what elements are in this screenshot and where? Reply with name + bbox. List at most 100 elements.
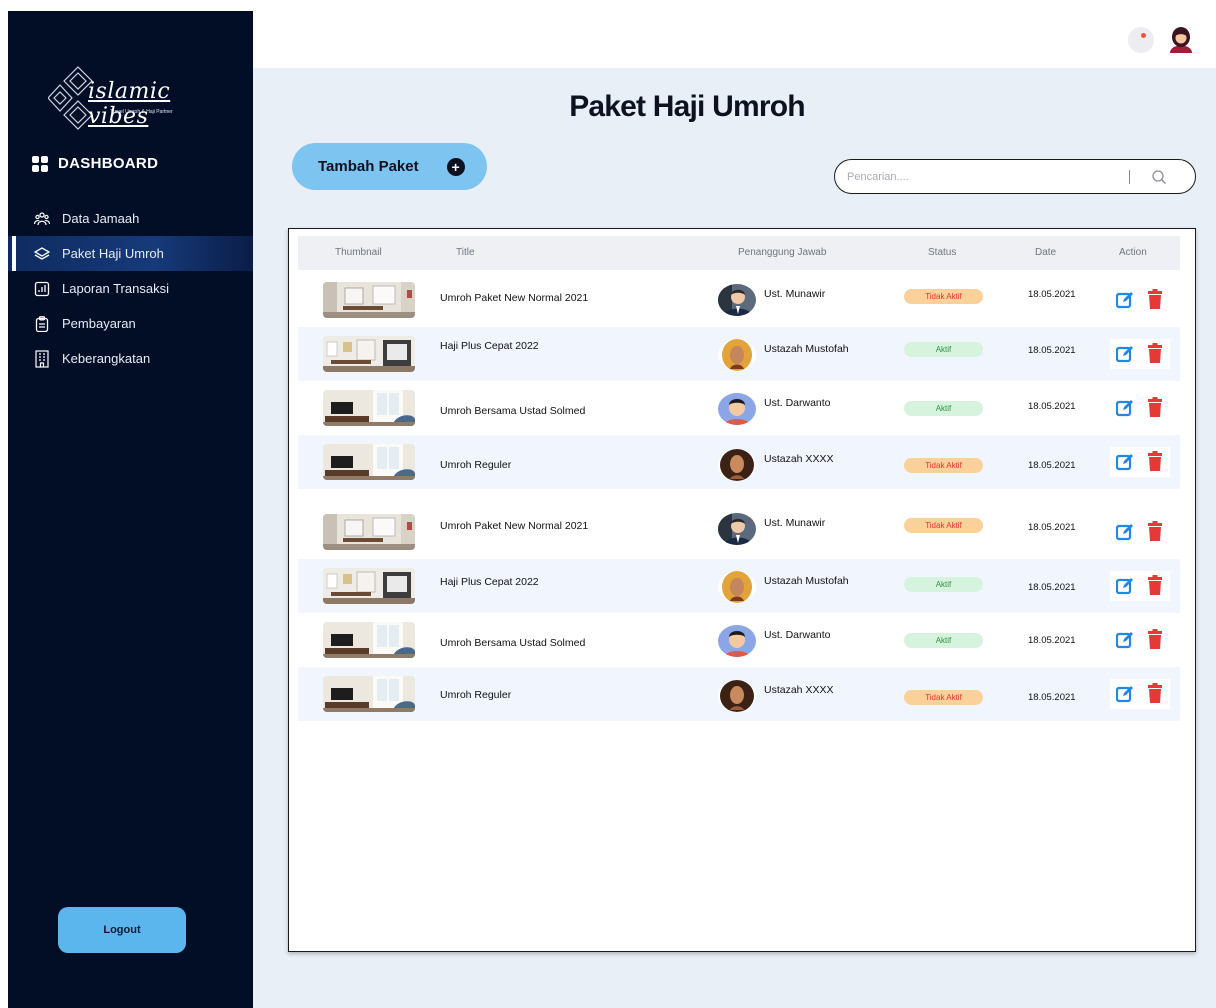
header-pj: Penanggung Jawab	[738, 247, 827, 258]
user-avatar-icon[interactable]	[1166, 25, 1196, 55]
package-thumbnail	[323, 514, 415, 550]
building-icon	[34, 349, 50, 368]
edit-icon[interactable]	[1115, 453, 1134, 476]
package-date: 18.05.2021	[1028, 460, 1076, 471]
package-date: 18.05.2021	[1028, 522, 1076, 533]
pj-avatar	[718, 339, 756, 371]
dashboard-link[interactable]: DASHBOARD	[32, 155, 158, 172]
package-date: 18.05.2021	[1028, 289, 1076, 300]
search-input[interactable]	[847, 168, 1117, 186]
dashboard-label: DASHBOARD	[58, 155, 159, 172]
users-icon	[34, 211, 50, 227]
table-row[interactable]: Umroh Bersama Ustad Solmed Ust. Darwanto…	[298, 381, 1180, 435]
trash-icon[interactable]	[1147, 289, 1163, 314]
plus-circle-icon: +	[446, 157, 465, 176]
package-thumbnail	[323, 282, 415, 318]
header-title: Title	[456, 247, 475, 258]
pj-name: Ust. Munawir	[764, 517, 826, 529]
pj-name: Ust. Darwanto	[764, 397, 831, 409]
edit-icon[interactable]	[1115, 631, 1134, 654]
header-thumbnail: Thumbnail	[335, 247, 382, 258]
main-content: Paket Haji Umroh Tambah Paket + Thumbnai…	[253, 68, 1216, 1008]
status-badge: Tidak Aktif	[904, 458, 983, 473]
pj-name: Ustazah XXXX	[764, 684, 834, 696]
status-badge: Aktif	[904, 577, 983, 592]
sidebar-item-pembayaran[interactable]: Pembayaran	[8, 306, 253, 341]
pj-avatar	[718, 625, 756, 657]
package-date: 18.05.2021	[1028, 635, 1076, 646]
edit-icon[interactable]	[1115, 577, 1134, 600]
row-actions	[1110, 679, 1170, 709]
package-date: 18.05.2021	[1028, 582, 1076, 593]
trash-icon[interactable]	[1147, 575, 1163, 600]
row-actions	[1110, 393, 1170, 423]
notification-bell-icon[interactable]	[1128, 27, 1154, 53]
trash-icon[interactable]	[1147, 683, 1163, 708]
edit-icon[interactable]	[1115, 291, 1134, 314]
row-actions	[1110, 625, 1170, 655]
brand-logo[interactable]: islamic vibes Travel Umroh & Haji Partne…	[48, 63, 198, 133]
row-actions	[1110, 571, 1170, 601]
package-thumbnail	[323, 336, 415, 372]
row-actions	[1110, 339, 1170, 369]
package-title: Umroh Bersama Ustad Solmed	[440, 637, 586, 649]
pj-avatar	[718, 680, 756, 712]
row-actions	[1110, 285, 1170, 315]
edit-icon[interactable]	[1115, 523, 1134, 546]
sidebar-item-paket-haji-umroh[interactable]: Paket Haji Umroh	[8, 236, 253, 271]
sidebar-item-data-jamaah[interactable]: Data Jamaah	[8, 201, 253, 236]
table-row[interactable]: Umroh Reguler Ustazah XXXX Tidak Aktif 1…	[298, 667, 1180, 721]
table-row[interactable]: Haji Plus Cepat 2022 Ustazah Mustofah Ak…	[298, 559, 1180, 613]
sidebar-item-laporan-transaksi[interactable]: Laporan Transaksi	[8, 271, 253, 306]
table-row[interactable]: Umroh Paket New Normal 2021 Ust. Munawir…	[298, 505, 1180, 559]
package-date: 18.05.2021	[1028, 692, 1076, 703]
pj-name: Ustazah Mustofah	[764, 575, 849, 587]
header-date: Date	[1035, 247, 1057, 258]
edit-icon[interactable]	[1115, 685, 1134, 708]
table-row[interactable]: Haji Plus Cepat 2022 Ustazah Mustofah Ak…	[298, 327, 1180, 381]
sidebar-item-label: Pembayaran	[62, 316, 136, 331]
search-box	[834, 159, 1196, 194]
trash-icon[interactable]	[1147, 451, 1163, 476]
logout-button[interactable]: Logout	[58, 907, 186, 953]
table-row[interactable]: Umroh Bersama Ustad Solmed Ust. Darwanto…	[298, 613, 1180, 667]
package-date: 18.05.2021	[1028, 401, 1076, 412]
page-title: Paket Haji Umroh	[569, 90, 805, 123]
chart-icon	[34, 281, 50, 297]
pj-name: Ustazah XXXX	[764, 453, 834, 465]
logo-text: islamic vibes	[88, 79, 171, 129]
packages-table: Thumbnail Title Penanggung Jawab Status …	[288, 228, 1196, 952]
header-action: Action	[1119, 247, 1147, 258]
pj-avatar	[718, 513, 756, 545]
package-title: Umroh Paket New Normal 2021	[440, 520, 589, 532]
pj-name: Ust. Darwanto	[764, 629, 831, 641]
package-title: Umroh Bersama Ustad Solmed	[440, 405, 586, 417]
pj-avatar	[718, 393, 756, 425]
package-title: Haji Plus Cepat 2022	[440, 576, 539, 588]
row-actions	[1110, 447, 1170, 477]
edit-icon[interactable]	[1115, 399, 1134, 422]
clipboard-icon	[34, 315, 50, 332]
status-badge: Aktif	[904, 401, 983, 416]
table-row[interactable]: Umroh Reguler Ustazah XXXX Tidak Aktif 1…	[298, 435, 1180, 489]
package-title: Umroh Paket New Normal 2021	[440, 292, 589, 304]
sidebar-item-label: Laporan Transaksi	[62, 281, 169, 296]
table-header: Thumbnail Title Penanggung Jawab Status …	[298, 236, 1180, 270]
edit-icon[interactable]	[1115, 345, 1134, 368]
status-badge: Tidak Aktif	[904, 690, 983, 705]
sidebar-item-keberangkatan[interactable]: Keberangkatan	[8, 341, 253, 376]
table-row[interactable]: Umroh Paket New Normal 2021 Ust. Munawir…	[298, 273, 1180, 327]
package-thumbnail	[323, 444, 415, 480]
add-package-label: Tambah Paket	[318, 158, 419, 175]
trash-icon[interactable]	[1147, 629, 1163, 654]
package-title: Umroh Reguler	[440, 689, 512, 701]
sidebar-item-label: Paket Haji Umroh	[62, 246, 164, 261]
trash-icon[interactable]	[1147, 397, 1163, 422]
package-thumbnail	[323, 390, 415, 426]
trash-icon[interactable]	[1147, 343, 1163, 368]
trash-icon[interactable]	[1147, 521, 1163, 546]
add-package-button[interactable]: Tambah Paket +	[292, 143, 487, 190]
search-icon[interactable]	[1151, 169, 1167, 190]
sidebar: islamic vibes Travel Umroh & Haji Partne…	[8, 11, 253, 1008]
layers-icon	[34, 246, 50, 262]
